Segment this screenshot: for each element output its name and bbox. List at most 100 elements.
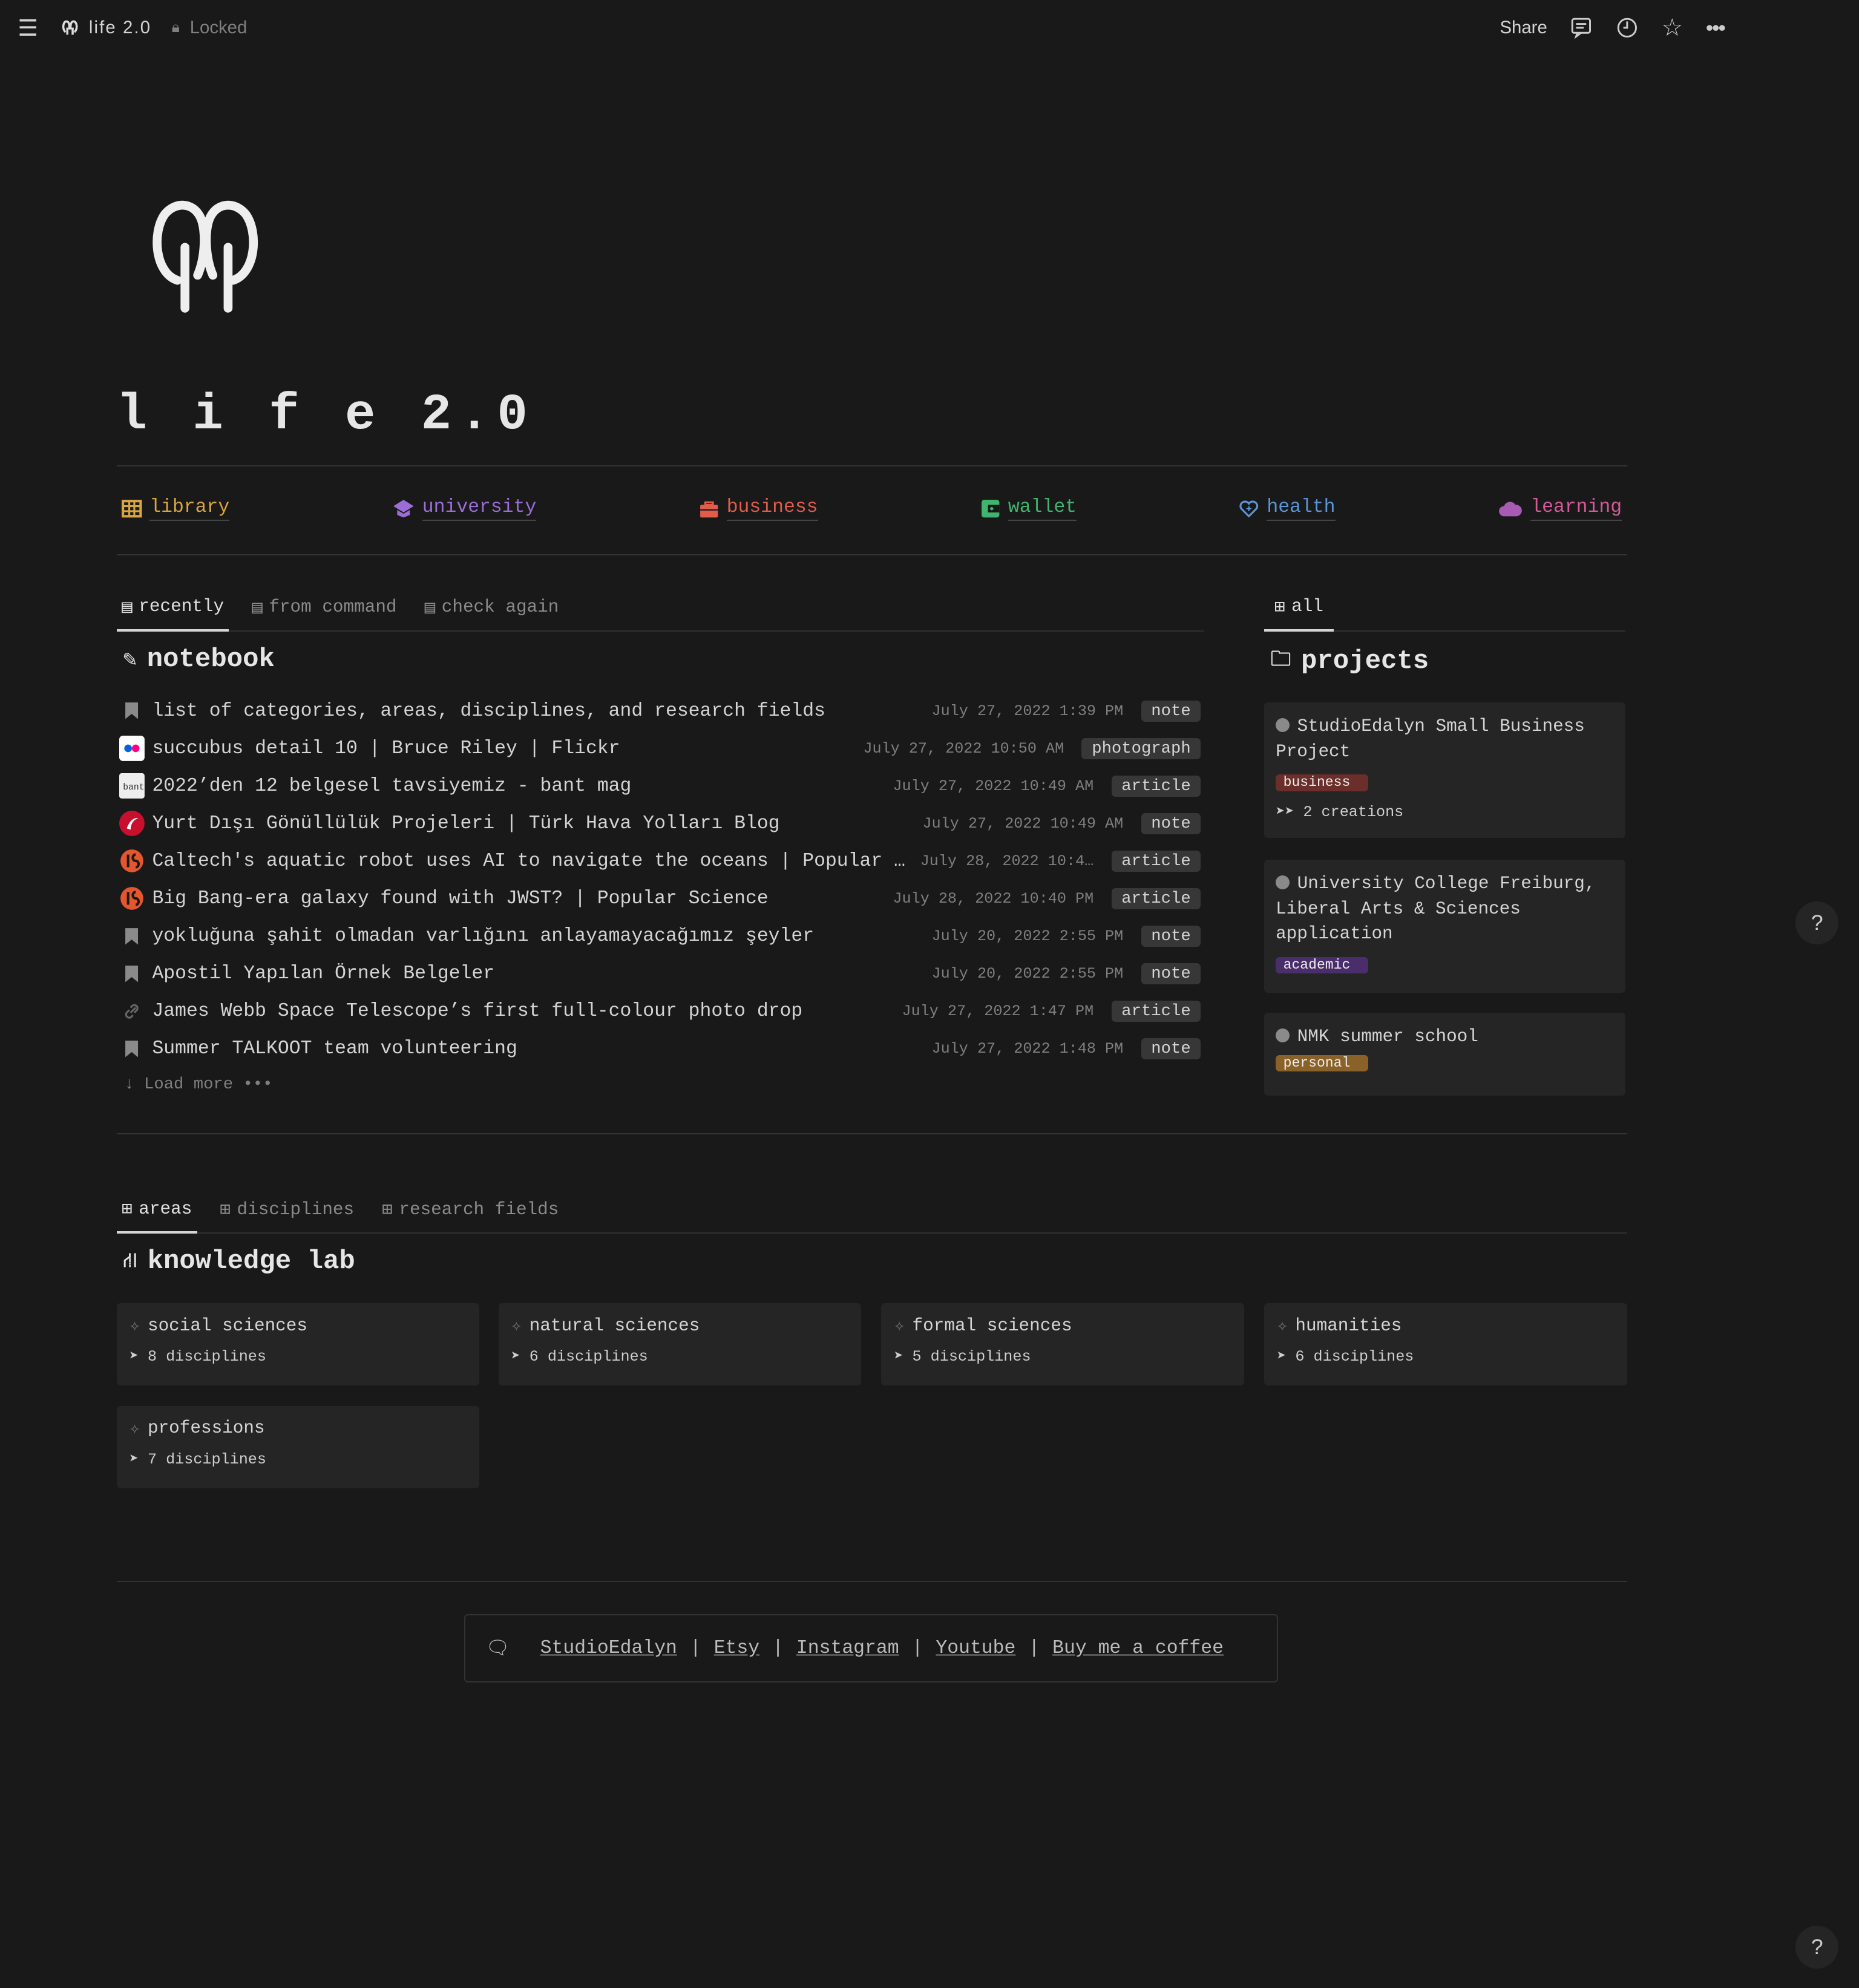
table-icon: ⊞ [220,1200,231,1221]
menu-icon[interactable]: ☰ [18,15,38,41]
list-item[interactable]: Yurt Dışı Gönüllülük Projeleri | Türk Ha… [119,805,1201,842]
tab-all[interactable]: ⊞ all [1264,596,1334,632]
page-icon-tree [149,197,261,320]
item-title[interactable]: Yurt Dışı Gönüllülük Projeleri | Türk Ha… [152,813,910,834]
comment-icon[interactable] [1570,16,1593,39]
tab-label: areas [139,1198,192,1219]
link-library[interactable]: library [122,497,230,521]
item-date: July 27, 2022 1:39 PM [931,702,1124,720]
item-date: July 20, 2022 2:55 PM [931,964,1124,983]
item-type-tag: note [1141,925,1201,947]
more-icon[interactable]: ••• [1706,16,1726,41]
item-date: July 27, 2022 1:48 PM [931,1039,1124,1058]
item-title[interactable]: Big Bang-era galaxy found with JWST? | P… [152,888,880,909]
item-title[interactable]: Apostil Yapılan Örnek Belgeler [152,963,919,984]
link-wallet[interactable]: wallet [980,497,1077,521]
footer-link-studioedalyn[interactable]: StudioEdalyn [540,1638,677,1659]
item-type-tag: note [1141,963,1201,984]
list-item[interactable]: Big Bang-era galaxy found with JWST? | P… [119,880,1201,917]
project-card[interactable]: StudioEdalyn Small Business Project busi… [1264,702,1626,839]
project-name: StudioEdalyn Small Business Project [1276,716,1585,762]
item-title[interactable]: list of categories, areas, disciplines, … [152,700,919,722]
history-icon[interactable] [1616,16,1639,39]
footer-link-youtube[interactable]: Youtube [936,1638,1015,1659]
area-card[interactable]: ✧ social sciences ➤ 8 disciplines [116,1303,480,1386]
tab-areas[interactable]: ⊞ areas [116,1198,197,1234]
list-item[interactable]: list of categories, areas, disciplines, … [119,692,1201,730]
footer-link-buy-me-a-coffee[interactable]: Buy me a coffee [1052,1638,1224,1659]
link-learning[interactable]: learning [1498,497,1622,521]
notebook-tabs: ▤ recently ▤ from command ▤ check again [116,596,1204,632]
list-item[interactable]: succubus detail 10 | Bruce Riley | Flick… [119,730,1201,767]
load-more-button[interactable]: ↓ Load more ••• [124,1075,272,1094]
arrow-icon: ➤ [129,1450,148,1468]
bookmark-icon [119,961,145,986]
item-title[interactable]: 2022’den 12 belgesel tavsiyemiz - bant m… [152,775,880,797]
link-health[interactable]: health [1239,497,1336,521]
item-type-tag: article [1111,850,1201,872]
list-item[interactable]: Caltech's aquatic robot uses AI to navig… [119,842,1201,880]
item-title[interactable]: Caltech's aquatic robot uses AI to navig… [152,850,908,872]
popsci-icon [119,886,145,911]
item-type-tag: note [1141,813,1201,834]
area-card[interactable]: ✧ formal sciences ➤ 5 disciplines [881,1303,1244,1386]
knowledge-tabs: ⊞ areas ⊞ disciplines ⊞ research fields [116,1198,1627,1234]
heart-icon [1239,499,1259,519]
help-button[interactable]: ? [1795,901,1839,945]
item-title[interactable]: yokluğuna şahit olmadan varlığını anlaya… [152,925,919,947]
tab-label: disciplines [237,1199,355,1220]
heading-text: projects [1300,646,1429,676]
share-button[interactable]: Share [1500,18,1547,38]
item-title[interactable]: James Webb Space Telescope’s first full-… [152,1000,889,1022]
tab-disciplines[interactable]: ⊞ disciplines [215,1198,359,1232]
item-date: July 27, 2022 10:49 AM [922,814,1124,832]
arrow-icon: ➤ [1277,1347,1296,1365]
project-card[interactable]: NMK summer school personal [1264,1013,1626,1096]
table-icon: ⊞ [382,1200,393,1221]
project-tag: academic [1276,957,1368,974]
arrows-icon: ➤➤ [1276,803,1303,821]
load-more-label: Load more [144,1074,234,1094]
tab-label: check again [441,597,559,618]
list-item[interactable]: bant 2022’den 12 belgesel tavsiyemiz - b… [119,767,1201,805]
item-title[interactable]: succubus detail 10 | Bruce Riley | Flick… [152,737,850,759]
link-university[interactable]: university [392,497,537,521]
area-name: humanities [1295,1315,1402,1336]
tab-research-fields[interactable]: ⊞ research fields [377,1198,564,1232]
bookmark-icon [119,698,145,724]
list-item[interactable]: James Webb Space Telescope’s first full-… [119,992,1201,1030]
link-label: learning [1530,497,1622,521]
cloud-icon [1498,499,1523,519]
thy-icon [119,811,145,837]
list-item[interactable]: yokluğuna şahit olmadan varlığını anlaya… [119,917,1201,955]
topbar: ☰ life 2.0 🔒︎ Locked Share ☆ ••• [0,0,1859,56]
bookmark-icon [119,923,145,949]
area-name: natural sciences [529,1315,700,1336]
star-icon[interactable]: ☆ [1661,14,1683,42]
page-icon: ▤ [122,597,133,618]
locked-label[interactable]: Locked [190,18,248,38]
item-title[interactable]: Summer TALKOOT team volunteering [152,1038,919,1059]
help-button[interactable]: ? [1795,1926,1839,1969]
list-item[interactable]: Apostil Yapılan Örnek Belgeler July 20, … [119,955,1201,992]
area-card[interactable]: ✧ humanities ➤ 6 disciplines [1264,1303,1627,1386]
link-label: university [422,497,537,521]
tab-label: research fields [399,1199,559,1220]
link-business[interactable]: business [699,497,818,521]
footer-link-etsy[interactable]: Etsy [714,1638,759,1659]
tab-check-again[interactable]: ▤ check again [419,596,564,630]
footer-link-instagram[interactable]: Instagram [796,1638,899,1659]
area-card[interactable]: ✧ natural sciences ➤ 6 disciplines [498,1303,861,1386]
list-item[interactable]: Summer TALKOOT team volunteering July 27… [119,1030,1201,1067]
project-card[interactable]: University College Freiburg, Liberal Art… [1264,859,1626,993]
area-card[interactable]: ✧ professions ➤ 7 disciplines [116,1405,480,1489]
item-type-tag: note [1141,700,1201,722]
item-type-tag: photograph [1081,737,1201,759]
page-title-breadcrumb[interactable]: life 2.0 [89,18,151,38]
lock-icon: 🔒︎ [171,19,180,36]
tab-from-command[interactable]: ▤ from command [247,596,402,630]
tab-recently[interactable]: ▤ recently [116,596,229,632]
popsci-icon [119,848,145,874]
item-date: July 20, 2022 2:55 PM [931,927,1124,945]
area-name: social sciences [147,1315,307,1336]
